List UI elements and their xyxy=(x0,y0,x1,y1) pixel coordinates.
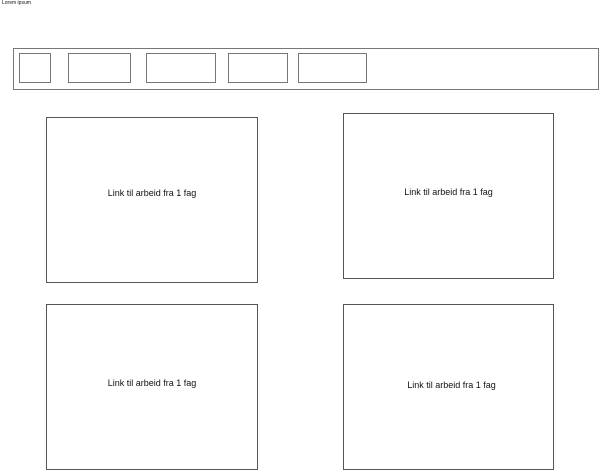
work-link-card-2[interactable]: Link til arbeid fra 1 fag xyxy=(343,113,554,279)
card-label: Link til arbeid fra 1 fag xyxy=(407,379,496,390)
nav-item-4[interactable] xyxy=(228,53,288,83)
work-link-card-3[interactable]: Link til arbeid fra 1 fag xyxy=(46,304,258,470)
work-link-card-1[interactable]: Link til arbeid fra 1 fag xyxy=(46,117,258,283)
work-link-card-4[interactable]: Link til arbeid fra 1 fag xyxy=(343,304,554,470)
nav-item-2[interactable] xyxy=(68,53,131,83)
nav-item-1[interactable] xyxy=(19,53,51,83)
nav-item-3[interactable] xyxy=(146,53,216,83)
nav-item-5[interactable] xyxy=(298,53,367,83)
navigation-bar xyxy=(13,48,599,90)
card-label: Link til arbeid fra 1 fag xyxy=(404,186,493,197)
site-title: Lorem ipsum xyxy=(2,0,31,6)
card-label: Link til arbeid fra 1 fag xyxy=(107,187,197,198)
card-label: Link til arbeid fra 1 fag xyxy=(107,377,197,388)
